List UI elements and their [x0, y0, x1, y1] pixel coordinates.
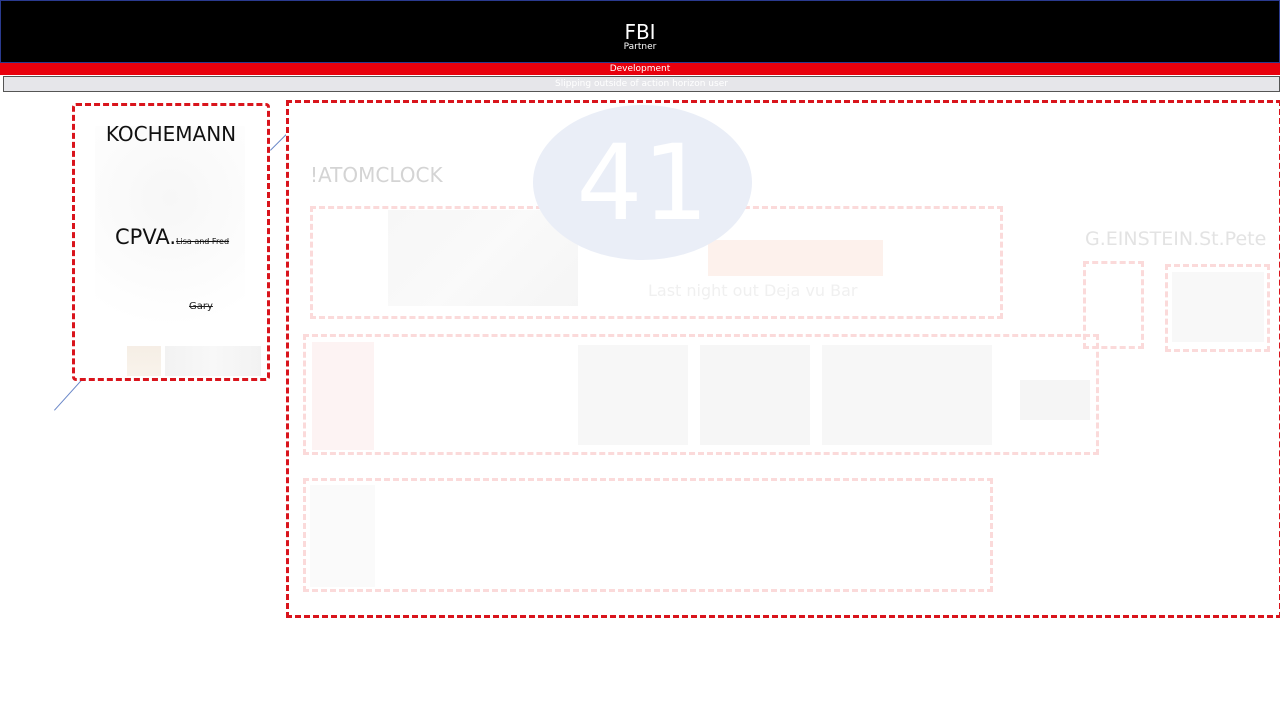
faded-row-bottom[interactable]	[303, 478, 993, 592]
faded-thumbnail-wide	[165, 346, 261, 376]
faded-photo-4	[1020, 380, 1090, 420]
faded-thumbnail	[127, 346, 161, 376]
header-subtitle: Partner	[623, 42, 657, 52]
faded-photo-3	[822, 345, 992, 445]
side-title: G.EINSTEIN.St.Pete	[1085, 228, 1267, 250]
faded-side-image	[1172, 272, 1264, 342]
faded-block	[310, 485, 375, 587]
faded-photo-2	[700, 345, 810, 445]
struck-names: Lisa and Fred	[176, 237, 230, 246]
left-profile-card[interactable]: KOCHEMANN CPVA.Lisa and Fred Gary	[72, 103, 270, 381]
section-title: !ATOMCLOCK	[310, 163, 443, 187]
cpva-text: CPVA.	[115, 225, 177, 249]
badge-number: 41	[576, 121, 709, 244]
faded-banner	[708, 240, 883, 276]
faded-photo-1	[578, 345, 688, 445]
status-strip: Slipping outside of action horizon user	[3, 76, 1280, 92]
development-bar: Development	[0, 63, 1280, 75]
header-title: FBI	[624, 20, 656, 44]
connector-line-left	[54, 377, 85, 411]
faded-red-strip	[312, 342, 374, 450]
card-title: KOCHEMANN	[105, 122, 237, 146]
top-header-bar: FBI Partner	[0, 0, 1280, 63]
struck-name: Gary	[189, 301, 213, 312]
card-main-label: CPVA.Lisa and Fred	[115, 225, 229, 249]
count-badge: 41	[533, 105, 752, 260]
faded-caption: Last night out Deja vu Bar	[648, 281, 858, 300]
